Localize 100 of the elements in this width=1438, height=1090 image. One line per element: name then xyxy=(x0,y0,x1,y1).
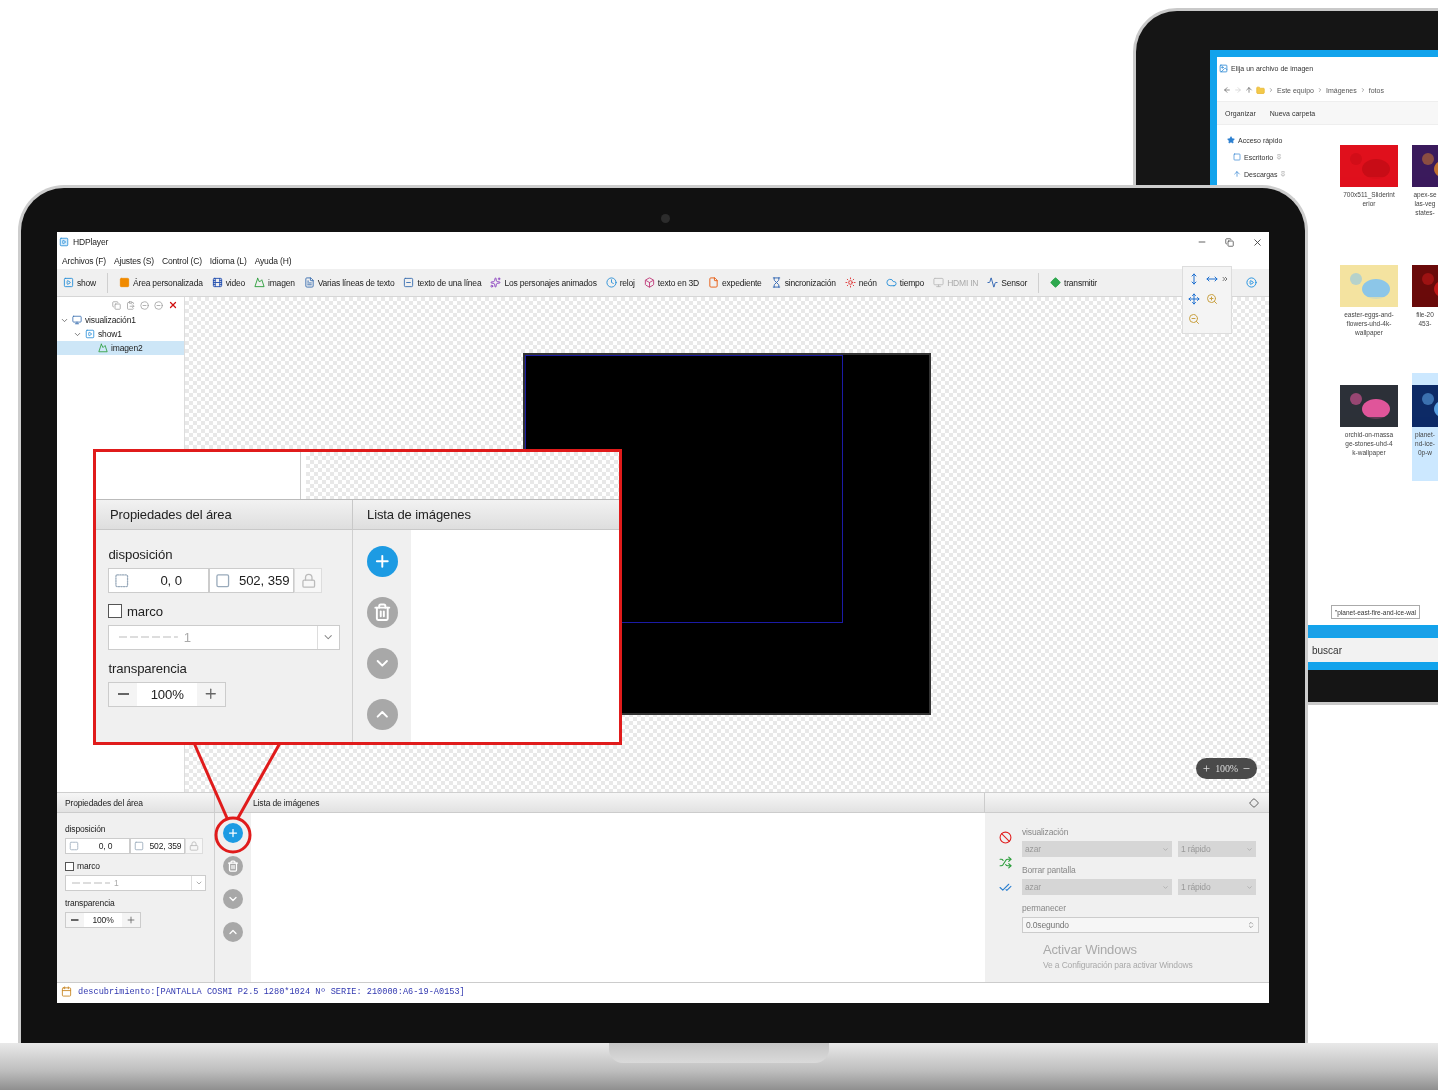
toolbar-button[interactable]: show xyxy=(63,277,97,288)
panel-title: Lista de imágenes xyxy=(253,797,320,808)
increase-button[interactable] xyxy=(197,682,226,706)
tree-item[interactable]: visualización1 xyxy=(57,313,184,327)
size-icon xyxy=(134,841,144,851)
up-icon[interactable] xyxy=(1245,86,1253,94)
monitor-icon xyxy=(72,315,82,325)
field-label: Borrar pantalla xyxy=(1022,865,1077,875)
app-icon xyxy=(59,237,69,247)
lock-button[interactable] xyxy=(185,838,203,854)
decrease-button[interactable] xyxy=(66,913,84,927)
checkbox[interactable] xyxy=(108,604,123,619)
close-icon[interactable] xyxy=(1252,236,1263,248)
chevron-icon xyxy=(1317,87,1323,93)
menu-item[interactable]: Ayuda (H) xyxy=(254,255,292,266)
chevron-icon xyxy=(1359,87,1366,93)
transparency-stepper[interactable]: 100% xyxy=(65,912,141,928)
tree-item[interactable]: show1 xyxy=(57,327,184,341)
paste-icon[interactable] xyxy=(126,300,135,310)
position-field[interactable]: 0, 0 xyxy=(108,568,210,593)
toolbar-button[interactable]: imagen xyxy=(254,277,295,288)
size-icon xyxy=(214,572,231,589)
minus-icon xyxy=(117,693,130,696)
toolbar-button[interactable]: transmitir xyxy=(1050,277,1097,288)
toolbar-button[interactable]: Los personajes animados xyxy=(490,277,597,288)
circle-icon[interactable] xyxy=(154,300,163,310)
tree-item[interactable]: imagen2 xyxy=(57,341,184,355)
checkbox[interactable] xyxy=(65,861,74,871)
no-entry-icon[interactable] xyxy=(999,831,1012,844)
diamond-icon[interactable] xyxy=(1249,797,1259,808)
zoom-in-icon xyxy=(1202,764,1212,773)
play-icon[interactable] xyxy=(1246,277,1257,288)
menu-item[interactable]: Archivos (F) xyxy=(62,255,106,266)
toolbar-button[interactable]: expediente xyxy=(708,277,762,288)
play-square-icon xyxy=(63,277,74,288)
trash-icon xyxy=(227,860,239,872)
restore-icon[interactable] xyxy=(1225,237,1234,247)
toolbar-button[interactable]: tiempo xyxy=(885,277,925,288)
trash-icon xyxy=(372,602,392,622)
double-check-icon[interactable] xyxy=(999,881,1012,894)
desktop-icon xyxy=(1233,153,1241,161)
dashed-line-icon xyxy=(72,881,110,885)
pin-icon xyxy=(1276,154,1283,160)
more-icon[interactable] xyxy=(1221,275,1229,283)
toolbar-button[interactable]: neón xyxy=(844,277,877,288)
add-button[interactable] xyxy=(366,545,398,577)
delete-icon[interactable] xyxy=(168,300,178,310)
hourglass-icon xyxy=(770,277,782,288)
field-label: transparencia xyxy=(108,660,188,676)
film-icon xyxy=(211,277,223,288)
menu-item[interactable]: Idioma (L) xyxy=(209,255,247,266)
zoom-out-icon[interactable] xyxy=(1188,313,1200,325)
lock-button[interactable] xyxy=(294,568,323,593)
menu-item[interactable]: Control (C) xyxy=(161,255,202,266)
move-icon[interactable] xyxy=(1188,293,1200,305)
toolbar-button[interactable]: sincronización xyxy=(770,277,836,288)
decrease-button[interactable] xyxy=(109,682,138,706)
minus-icon xyxy=(71,919,79,921)
zoom-control[interactable]: 100% xyxy=(1196,758,1257,779)
checkbox-label: marco xyxy=(77,861,100,871)
plus-icon xyxy=(227,827,239,839)
toolbar-button[interactable]: video xyxy=(211,277,246,288)
caret-icon xyxy=(194,879,203,887)
toolbar-button[interactable]: texto de una línea xyxy=(403,277,482,288)
caret-icon xyxy=(1246,845,1253,853)
spinner-icon xyxy=(1247,921,1255,929)
copy-icon[interactable] xyxy=(112,300,121,310)
zoom-in-icon[interactable] xyxy=(1206,293,1218,305)
mountain-icon xyxy=(98,343,108,353)
folder-icon xyxy=(1256,85,1265,95)
lock-icon xyxy=(300,572,317,589)
text-field-icon xyxy=(403,277,415,288)
text-lines-icon xyxy=(303,277,315,288)
size-field[interactable]: 502, 359 xyxy=(130,838,185,854)
increase-button[interactable] xyxy=(122,913,140,927)
transparency-stepper[interactable]: 100% xyxy=(108,681,227,707)
field-label: transparencia xyxy=(65,898,116,908)
search-text: buscar xyxy=(1312,644,1342,656)
lock-icon xyxy=(189,841,199,851)
image-icon xyxy=(1219,63,1228,73)
shuffle-icon[interactable] xyxy=(999,856,1012,869)
menu-item[interactable]: Ajustes (S) xyxy=(114,255,154,266)
mountain-icon xyxy=(254,277,266,288)
cloud-icon xyxy=(885,277,897,288)
toolbar-button[interactable]: reloj xyxy=(605,277,635,288)
add-button[interactable] xyxy=(223,823,243,843)
duration-field[interactable]: 0.0segundo xyxy=(1022,917,1259,933)
clock-icon xyxy=(605,277,617,288)
size-field[interactable]: 502, 359 xyxy=(209,568,295,593)
field-label: disposición xyxy=(65,824,107,834)
circle-icon[interactable] xyxy=(140,300,149,310)
toolbar-button[interactable]: Sensor xyxy=(987,277,1028,288)
toolbar-button[interactable]: Varias líneas de texto xyxy=(303,277,395,288)
field-label: permanecer xyxy=(1022,903,1067,913)
position-field[interactable]: 0, 0 xyxy=(65,838,130,854)
caret-icon xyxy=(1246,883,1253,891)
toolbar-button[interactable]: texto en 3D xyxy=(643,277,700,288)
download-icon xyxy=(1233,170,1241,178)
back-icon[interactable] xyxy=(1223,86,1231,94)
toolbar-button[interactable]: Área personalizada xyxy=(119,277,203,288)
